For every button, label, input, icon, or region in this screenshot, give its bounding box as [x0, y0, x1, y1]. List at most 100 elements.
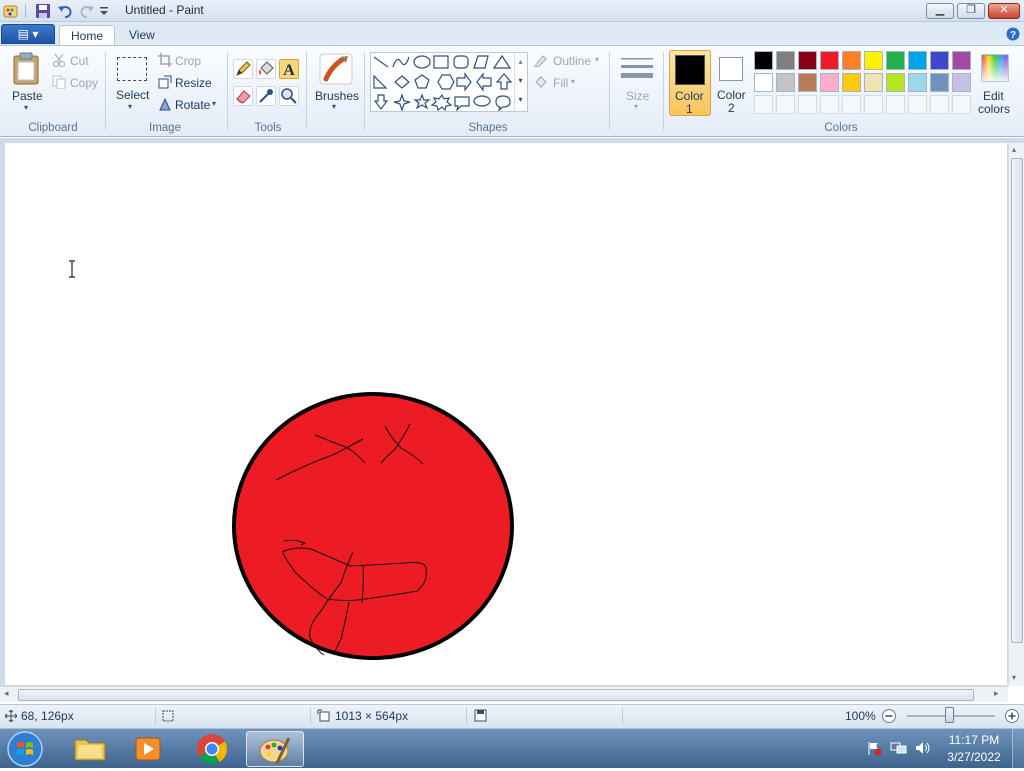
- paint-menu-button[interactable]: ▤ ▾: [1, 24, 55, 44]
- custom-color-slot[interactable]: [842, 95, 861, 114]
- start-button[interactable]: [4, 729, 46, 768]
- size-button[interactable]: Size ▾: [617, 52, 657, 114]
- chevron-down-icon[interactable]: ▾: [1012, 673, 1016, 682]
- color2-button[interactable]: Color 2: [713, 50, 753, 116]
- magnifier-tool[interactable]: [279, 86, 299, 106]
- palette-swatch[interactable]: [776, 73, 795, 92]
- clock-date[interactable]: 3/27/2022: [944, 750, 1004, 764]
- palette-swatch[interactable]: [820, 73, 839, 92]
- cursor-position: 68, 126px: [21, 709, 74, 723]
- chevron-up-icon[interactable]: ▴: [1012, 145, 1016, 154]
- palette-swatch[interactable]: [776, 51, 795, 70]
- clock-time[interactable]: 11:17 PM: [944, 733, 1004, 747]
- color1-button[interactable]: Color 1: [669, 50, 711, 116]
- edit-colors-label-b: colors: [978, 102, 1011, 116]
- eyedropper-icon: [259, 89, 273, 103]
- redo-icon[interactable]: [79, 3, 95, 19]
- custom-color-slot[interactable]: [820, 95, 839, 114]
- volume-icon[interactable]: [914, 740, 932, 756]
- help-icon[interactable]: ?: [1006, 27, 1020, 41]
- outline-label: Outline: [553, 54, 592, 68]
- crop-label: Crop: [175, 54, 202, 68]
- expand-gallery-icon: ▾: [518, 95, 523, 104]
- palette-swatch[interactable]: [952, 51, 971, 70]
- red-circle-shape: [232, 392, 514, 660]
- taskbar-explorer[interactable]: [62, 731, 118, 767]
- tools-group-label: Tools: [254, 122, 282, 134]
- selection-rect-icon: [117, 57, 147, 81]
- show-desktop-button[interactable]: [1012, 729, 1024, 768]
- custom-color-slot[interactable]: [754, 95, 773, 114]
- eraser-tool[interactable]: [233, 86, 253, 106]
- horizontal-scroll-thumb[interactable]: [18, 689, 974, 701]
- rotate-label: Rotate: [175, 98, 211, 112]
- palette-swatch[interactable]: [930, 73, 949, 92]
- palette-swatch[interactable]: [952, 73, 971, 92]
- custom-color-slot[interactable]: [798, 95, 817, 114]
- edit-colors-label-a: Edit: [983, 89, 1004, 103]
- palette-swatch[interactable]: [754, 73, 773, 92]
- select-button[interactable]: Select ▾: [112, 54, 152, 114]
- color2-swatch: [719, 57, 743, 81]
- palette-swatch[interactable]: [864, 51, 883, 70]
- shapes-gallery-icons: [373, 54, 513, 112]
- taskbar-paint[interactable]: [246, 731, 304, 767]
- cursor-position-icon: [5, 710, 17, 722]
- shapes-gallery[interactable]: [370, 52, 528, 112]
- fill-tool[interactable]: [256, 59, 276, 79]
- custom-color-slot[interactable]: [776, 95, 795, 114]
- pencil-tool[interactable]: [233, 59, 253, 79]
- taskbar-chrome[interactable]: [184, 731, 240, 767]
- text-tool[interactable]: A: [279, 59, 299, 79]
- tab-home[interactable]: Home: [59, 25, 116, 46]
- palette-swatch[interactable]: [886, 73, 905, 92]
- group-divider: [609, 52, 610, 130]
- custom-color-slot[interactable]: [864, 95, 883, 114]
- zoom-in-icon[interactable]: [1004, 708, 1020, 724]
- custom-color-slot[interactable]: [930, 95, 949, 114]
- palette-swatch[interactable]: [842, 51, 861, 70]
- edit-colors-button[interactable]: Edit colors: [976, 52, 1016, 116]
- restore-button[interactable]: ❐: [957, 3, 985, 19]
- vertical-scrollbar[interactable]: ▴ ▾: [1008, 143, 1024, 686]
- taskbar-media-player[interactable]: [120, 731, 176, 767]
- palette-swatch[interactable]: [798, 73, 817, 92]
- palette-swatch[interactable]: [754, 51, 773, 70]
- paint-app-icon[interactable]: [3, 3, 19, 19]
- palette-swatch[interactable]: [908, 73, 927, 92]
- status-divider: [155, 707, 156, 725]
- palette-swatch[interactable]: [798, 51, 817, 70]
- zoom-out-icon[interactable]: [881, 708, 897, 724]
- minimize-button[interactable]: ▁: [926, 3, 954, 19]
- horizontal-scrollbar[interactable]: ◂ ▸: [0, 686, 1008, 702]
- palette-swatch[interactable]: [930, 51, 949, 70]
- disk-size-icon: [474, 709, 487, 722]
- palette-swatch[interactable]: [820, 51, 839, 70]
- canvas-size-icon: [317, 709, 330, 722]
- color-picker-tool[interactable]: [256, 86, 276, 106]
- action-center-flag-icon[interactable]: [866, 740, 882, 756]
- shapes-scroll[interactable]: ▴ ▾ ▾: [514, 52, 526, 112]
- custom-color-slot[interactable]: [952, 95, 971, 114]
- tab-view[interactable]: View: [118, 25, 166, 46]
- paste-button[interactable]: Paste ▾: [6, 52, 48, 114]
- custom-color-slot[interactable]: [908, 95, 927, 114]
- chevron-left-icon[interactable]: ◂: [4, 688, 9, 699]
- palette-swatch[interactable]: [908, 51, 927, 70]
- chevron-right-icon[interactable]: ▸: [994, 688, 999, 699]
- brushes-button[interactable]: Brushes ▾: [312, 52, 360, 114]
- palette-swatch[interactable]: [886, 51, 905, 70]
- palette-swatch[interactable]: [864, 73, 883, 92]
- custom-color-slot[interactable]: [886, 95, 905, 114]
- undo-icon[interactable]: [57, 3, 73, 19]
- zoom-slider-thumb[interactable]: [945, 707, 954, 723]
- resize-label: Resize: [175, 76, 212, 90]
- drawing-canvas[interactable]: [5, 143, 1007, 685]
- close-button[interactable]: ✕: [988, 3, 1020, 19]
- colors-group-label: Colors: [824, 122, 858, 134]
- customize-quick-access-icon[interactable]: [98, 5, 114, 21]
- network-icon[interactable]: [890, 740, 908, 756]
- vertical-scroll-thumb[interactable]: [1011, 158, 1023, 643]
- save-icon[interactable]: [35, 3, 51, 19]
- palette-swatch[interactable]: [842, 73, 861, 92]
